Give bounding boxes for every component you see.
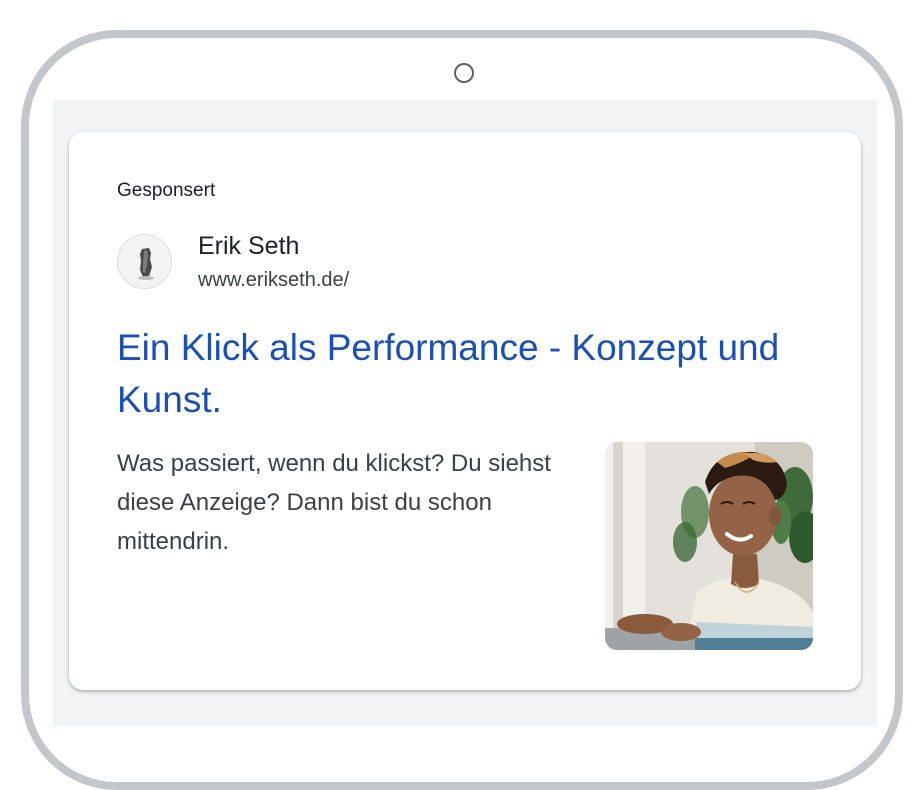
ad-image-person-icon[interactable]: [605, 442, 813, 650]
advertiser-avatar-icon: [117, 234, 172, 289]
camera-icon: [454, 63, 474, 83]
advertiser-name[interactable]: Erik Seth: [198, 232, 299, 261]
ad-description: Was passiert, wenn du klickst? Du siehst…: [117, 450, 551, 555]
sponsored-label: Gesponsert: [117, 180, 216, 201]
advertiser-url[interactable]: www.erikseth.de/: [198, 269, 349, 292]
ad-headline-link[interactable]: Ein Klick als Performance - Konzept und …: [117, 322, 817, 426]
ad-card[interactable]: Gesponsert Erik Seth www.erikseth.de/ Ei…: [69, 132, 861, 690]
advertiser-info[interactable]: Erik Seth www.erikseth.de/: [117, 232, 717, 294]
